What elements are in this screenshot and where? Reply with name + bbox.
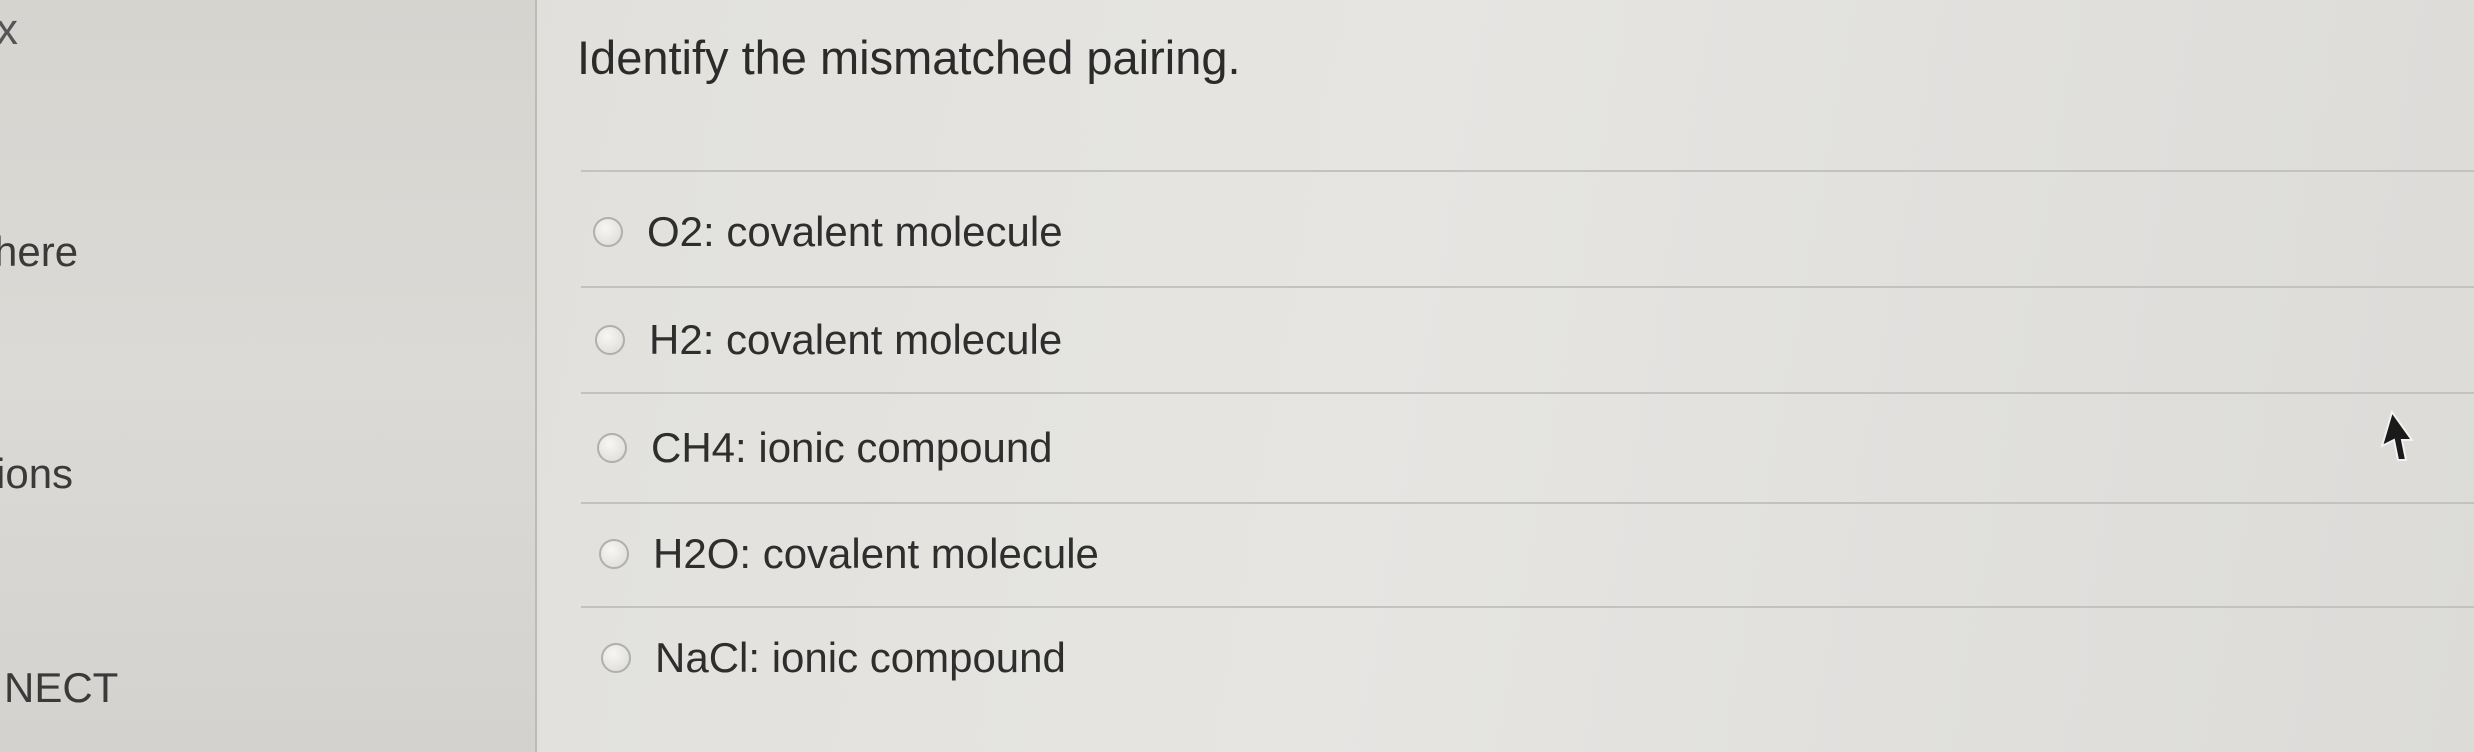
answer-option-h2o[interactable]: H2O: covalent molecule (599, 524, 1099, 584)
question-prompt: Identify the mismatched pairing. (577, 31, 1241, 84)
divider (581, 392, 2474, 394)
answer-option-h2[interactable]: H2: covalent molecule (595, 310, 1062, 370)
answer-option-ch4[interactable]: CH4: ionic compound (597, 418, 1053, 478)
radio-button-icon[interactable] (593, 217, 623, 247)
left-sidebar: x here ions NECT (0, 0, 537, 752)
question-panel: Identify the mismatched pairing. O2: cov… (537, 0, 2474, 752)
divider (581, 606, 2474, 608)
option-label: H2: covalent molecule (649, 316, 1063, 363)
answer-option-o2[interactable]: O2: covalent molecule (593, 202, 1063, 262)
option-label: H2O: covalent molecule (653, 530, 1099, 577)
divider (581, 286, 2474, 288)
radio-button-icon[interactable] (597, 433, 627, 463)
sidebar-item-1[interactable]: here (0, 228, 78, 276)
radio-button-icon[interactable] (601, 643, 631, 673)
mouse-pointer-icon (2380, 410, 2414, 461)
answer-option-nacl[interactable]: NaCl: ionic compound (601, 628, 1066, 688)
close-icon[interactable]: x (0, 8, 18, 52)
option-label: NaCl: ionic compound (655, 634, 1066, 681)
radio-button-icon[interactable] (599, 539, 629, 569)
divider (581, 502, 2474, 504)
radio-button-icon[interactable] (595, 325, 625, 355)
sidebar-item-2[interactable]: ions (0, 450, 73, 498)
sidebar-item-3[interactable]: NECT (4, 664, 118, 712)
option-label: CH4: ionic compound (651, 424, 1053, 471)
option-label: O2: covalent molecule (647, 208, 1063, 255)
divider (581, 170, 2474, 172)
